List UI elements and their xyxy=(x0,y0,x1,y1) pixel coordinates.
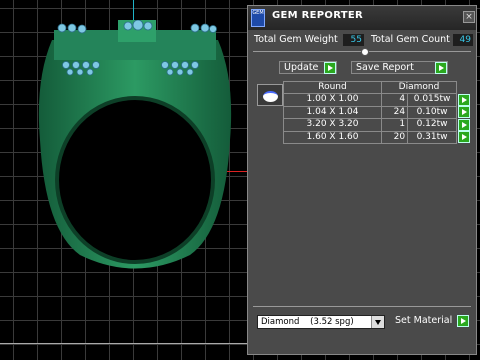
row-go-icon[interactable] xyxy=(458,106,470,118)
material-select[interactable]: Diamond (3.52 spg) xyxy=(257,315,385,329)
header-material: Diamond xyxy=(381,81,457,94)
ring-hole xyxy=(55,96,215,264)
table-row: 1.04 X 1.04 24 0.10tw xyxy=(283,105,470,119)
gem-size-cell: 1.04 X 1.04 xyxy=(283,105,382,119)
total-gem-weight-value: 55 xyxy=(343,34,364,46)
row-go-icon[interactable] xyxy=(458,93,470,106)
table-row: 1.00 X 1.00 4 0.015tw xyxy=(283,93,470,107)
set-material-go-icon xyxy=(457,315,469,327)
gem-weight-cell: 0.10tw xyxy=(407,105,457,119)
ring-model[interactable] xyxy=(30,20,240,270)
table-header-row: Round Diamond xyxy=(283,81,470,94)
panel-title: GEM REPORTER xyxy=(272,10,364,21)
table-row: 3.20 X 3.20 1 0.12tw xyxy=(283,118,470,132)
save-report-go-icon xyxy=(435,62,447,74)
close-button[interactable]: × xyxy=(463,11,475,23)
gem-size-cell: 1.60 X 1.60 xyxy=(283,130,382,144)
gem-shape-thumbnail[interactable] xyxy=(257,84,283,106)
panel-titlebar[interactable]: GEM GEM REPORTER × xyxy=(248,6,476,30)
slider-handle[interactable] xyxy=(361,48,369,56)
bottom-divider xyxy=(253,306,471,307)
gem-count-cell: 4 xyxy=(380,93,409,107)
total-gem-count-value: 49 xyxy=(453,34,473,46)
total-gem-weight-label: Total Gem Weight xyxy=(254,34,338,45)
gem-size-cell: 3.20 X 3.20 xyxy=(283,118,382,132)
row-go-icon[interactable] xyxy=(458,118,470,131)
header-shape: Round xyxy=(283,81,382,94)
update-go-icon xyxy=(324,62,336,74)
gem-weight-cell: 0.12tw xyxy=(407,118,457,132)
save-report-button-label: Save Report xyxy=(356,62,414,73)
round-gem-icon xyxy=(263,91,278,102)
gem-count-cell: 24 xyxy=(380,105,409,119)
gem-reporter-panel: GEM GEM REPORTER × Total Gem Weight 55 T… xyxy=(247,5,477,355)
gem-count-cell: 20 xyxy=(380,130,409,144)
gem-weight-cell: 0.015tw xyxy=(407,93,457,107)
row-go-icon[interactable] xyxy=(458,131,470,143)
update-button-label: Update xyxy=(284,62,319,73)
gem-count-cell: 1 xyxy=(380,118,409,132)
gem-report-table: Round Diamond 1.00 X 1.00 4 0.015tw 1.04… xyxy=(283,81,470,144)
gem-reporter-app-icon: GEM xyxy=(251,9,265,27)
save-report-button[interactable]: Save Report xyxy=(351,61,448,74)
gem-weight-cell: 0.31tw xyxy=(407,130,457,144)
update-button[interactable]: Update xyxy=(279,61,337,74)
chevron-down-icon xyxy=(371,316,384,328)
set-material-label: Set Material xyxy=(395,315,453,326)
table-row: 1.60 X 1.60 20 0.31tw xyxy=(283,130,470,144)
set-material-button[interactable]: Set Material xyxy=(391,315,469,328)
gem-size-cell: 1.00 X 1.00 xyxy=(283,93,382,107)
total-gem-count-label: Total Gem Count xyxy=(371,34,450,45)
material-select-value: Diamond (3.52 spg) xyxy=(261,317,354,327)
